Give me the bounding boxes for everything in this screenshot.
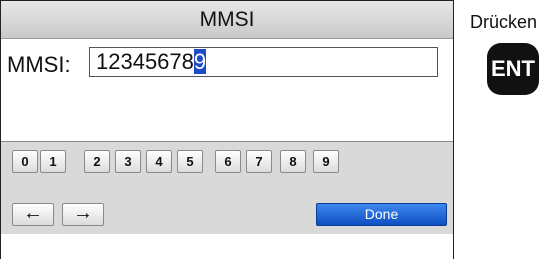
cursor-right-button[interactable]: → xyxy=(62,203,104,226)
key-9[interactable]: 9 xyxy=(313,150,339,173)
mmsi-entry-screen: MMSI MMSI: 123456789 0 1 2 3 4 5 6 7 8 9… xyxy=(0,0,454,260)
numeric-keypad: 0 1 2 3 4 5 6 7 8 9 ← → Done xyxy=(1,141,453,235)
instruction-text: Drücken xyxy=(470,12,538,32)
screen-title: MMSI xyxy=(1,1,453,39)
ent-key-icon: ENT xyxy=(487,43,539,95)
key-4[interactable]: 4 xyxy=(146,150,172,173)
right-arrow-icon: → xyxy=(73,202,93,224)
key-5[interactable]: 5 xyxy=(177,150,203,173)
text-cursor: 9 xyxy=(193,49,207,74)
key-6[interactable]: 6 xyxy=(215,150,241,173)
bottom-strip xyxy=(1,234,453,260)
left-arrow-icon: ← xyxy=(23,202,43,224)
key-8[interactable]: 8 xyxy=(280,150,306,173)
mmsi-label: MMSI: xyxy=(7,52,71,77)
mmsi-value: 12345678 xyxy=(96,49,194,74)
key-2[interactable]: 2 xyxy=(84,150,110,173)
key-0[interactable]: 0 xyxy=(12,150,38,173)
key-1[interactable]: 1 xyxy=(40,150,66,173)
key-7[interactable]: 7 xyxy=(246,150,272,173)
mmsi-input-area: MMSI: 123456789 xyxy=(1,39,453,141)
key-3[interactable]: 3 xyxy=(115,150,141,173)
done-button[interactable]: Done xyxy=(316,203,447,226)
cursor-left-button[interactable]: ← xyxy=(12,203,54,226)
mmsi-input[interactable]: 123456789 xyxy=(89,47,438,77)
